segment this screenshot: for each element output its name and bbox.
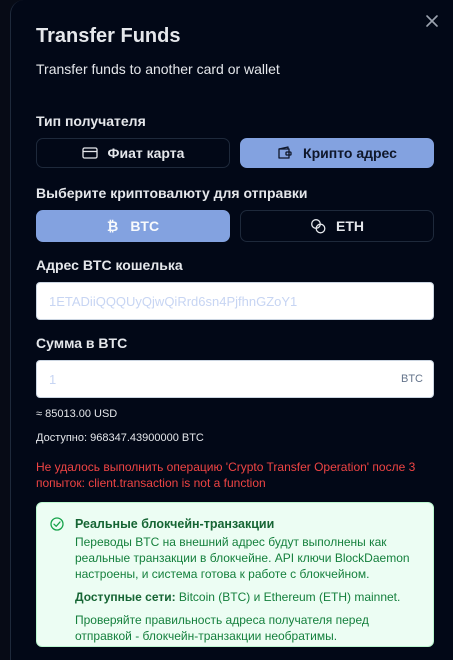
error-message: Не удалось выполнить операцию 'Crypto Tr… (36, 460, 416, 490)
check-circle-icon (50, 517, 64, 531)
fiat-card-label: Фиат карта (107, 145, 185, 161)
networks-value: Bitcoin (BTC) и Ethereum (ETH) mainnet. (175, 590, 401, 604)
bitcoin-icon: ₿ (106, 218, 119, 234)
eth-label: ETH (336, 218, 364, 234)
transfer-dialog: Transfer Funds Transfer funds to another… (10, 0, 453, 660)
amount-field[interactable]: BTC (36, 360, 434, 398)
amount-unit: BTC (401, 373, 423, 385)
btc-option[interactable]: ₿ BTC (36, 210, 230, 242)
wallet-icon (278, 146, 292, 159)
amount-input[interactable] (47, 370, 395, 388)
close-button[interactable] (423, 12, 441, 30)
recipient-type-label: Тип получателя (36, 113, 146, 129)
networks-label: Доступные сети: (75, 590, 176, 604)
address-field[interactable] (36, 282, 434, 320)
wallet-address-input[interactable] (47, 292, 423, 310)
notice-warning: Проверяйте правильность адреса получател… (75, 613, 369, 643)
usd-equivalent: ≈ 85013.00 USD (36, 408, 118, 420)
address-label: Адрес BTC кошелька (36, 257, 183, 273)
fiat-card-option[interactable]: Фиат карта (36, 138, 230, 168)
credit-card-icon (81, 147, 98, 159)
crypto-address-option[interactable]: Крипто адрес (240, 138, 434, 168)
close-icon (426, 15, 438, 27)
amount-label: Сумма в BTC (36, 335, 128, 351)
dialog-title: Transfer Funds (36, 25, 181, 47)
coins-icon (311, 219, 326, 234)
btc-label: BTC (130, 218, 160, 234)
notice-networks: Доступные сети: Bitcoin (BTC) и Ethereum… (75, 589, 419, 605)
crypto-address-label: Крипто адрес (303, 145, 397, 161)
notice-heading: Реальные блокчейн-транзакции (75, 517, 275, 531)
currency-label: Выберите криптовалюту для отправки (36, 185, 308, 201)
notice-body: Переводы BTC на внешний адрес будут выпо… (75, 535, 410, 581)
dialog-subtitle: Transfer funds to another card or wallet (36, 61, 280, 77)
available-balance: Доступно: 968347.43900000 BTC (36, 432, 204, 444)
eth-option[interactable]: ETH (240, 210, 434, 242)
blockchain-notice: Реальные блокчейн-транзакции Переводы BT… (36, 502, 434, 647)
